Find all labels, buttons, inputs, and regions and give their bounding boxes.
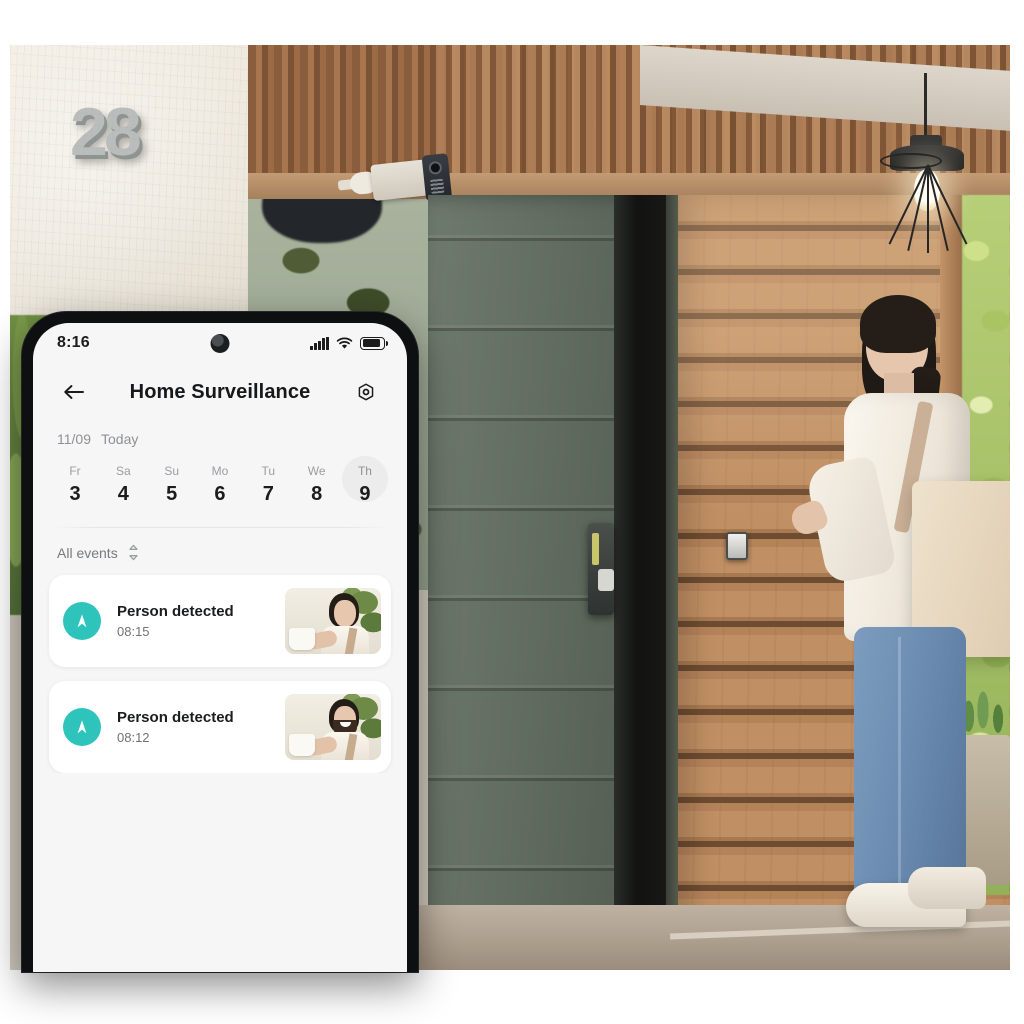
day-number: 5 [166, 483, 178, 505]
event-text: Person detected 08:12 [101, 709, 285, 745]
day-number: 4 [117, 483, 129, 505]
smart-door-lock-icon [588, 523, 614, 615]
event-thumbnail[interactable] [285, 588, 381, 654]
day-cell[interactable]: Su 5 [150, 457, 194, 513]
day-number: 3 [69, 483, 81, 505]
date-header: 11/09 Today [33, 421, 407, 447]
pendant-lantern-icon [872, 73, 982, 263]
day-cell[interactable]: Sa 4 [101, 457, 145, 513]
house-number: 28 [70, 94, 142, 170]
signal-icon [310, 336, 329, 350]
lock-indicator [592, 533, 599, 565]
event-time: 08:12 [117, 730, 150, 745]
day-number: 9 [359, 483, 371, 505]
day-cell[interactable]: Tu 7 [246, 457, 290, 513]
day-number: 7 [262, 483, 274, 505]
battery-icon [360, 336, 389, 350]
events-filter[interactable]: All events [33, 528, 407, 561]
door-opening [614, 195, 672, 955]
phone-mockup: 8:16 Home Surveillance 11/09 Today Fr 3 … [22, 312, 418, 972]
today-label: Today [101, 431, 139, 447]
event-time: 08:15 [117, 624, 150, 639]
sort-chevrons-icon [129, 544, 138, 561]
day-cell[interactable]: Mo 6 [198, 457, 242, 513]
day-weekday: Th [357, 464, 372, 478]
day-weekday: Sa [115, 464, 131, 478]
video-doorbell-icon [726, 532, 748, 560]
day-weekday: Mo [211, 464, 229, 478]
status-bar: 8:16 [33, 323, 407, 363]
day-number: 8 [311, 483, 323, 505]
lantern-ring [880, 153, 942, 169]
day-weekday: Su [164, 464, 179, 478]
app-bar: Home Surveillance [33, 363, 407, 421]
day-weekday: Tu [261, 464, 276, 478]
events-filter-label: All events [57, 544, 118, 561]
phone-screen: 8:16 Home Surveillance 11/09 Today Fr 3 … [33, 323, 407, 972]
event-title: Person detected [117, 709, 234, 726]
event-card[interactable]: Person detected 08:12 [49, 681, 391, 773]
camera-grill [430, 178, 445, 194]
day-weekday: We [307, 464, 326, 478]
lock-handle [598, 569, 614, 591]
thumb-cup [289, 628, 315, 650]
empty-space [33, 773, 407, 972]
back-arrow-icon[interactable] [57, 375, 91, 409]
lantern-cage [888, 164, 968, 253]
day-cell[interactable]: Th 9 [341, 456, 388, 513]
status-clock: 8:16 [57, 334, 90, 351]
person-jeans [854, 627, 966, 895]
day-strip[interactable]: Fr 3 Sa 4 Su 5 Mo 6 Tu 7 We 8 Th 9 [33, 447, 407, 513]
day-cell[interactable]: We 8 [295, 457, 339, 513]
event-text: Person detected 08:15 [101, 603, 285, 639]
person-detected-icon [63, 602, 101, 640]
person-hair [860, 295, 936, 353]
day-cell[interactable]: Fr 3 [53, 457, 97, 513]
wifi-icon [336, 337, 353, 349]
thumb-cup [289, 734, 315, 756]
lantern-cord [924, 73, 927, 141]
events-list: Person detected 08:15 Person detected 08:12 [33, 561, 407, 773]
person-detected-icon [63, 708, 101, 746]
day-weekday: Fr [69, 464, 81, 478]
event-card[interactable]: Person detected 08:15 [49, 575, 391, 667]
person-shoe-right [908, 867, 986, 909]
day-number: 6 [214, 483, 226, 505]
visitor-person [787, 275, 1010, 965]
event-thumbnail[interactable] [285, 694, 381, 760]
thumb-face [334, 600, 356, 627]
page-title: Home Surveillance [129, 380, 311, 403]
front-camera-icon [210, 334, 230, 353]
date-value: 11/09 [57, 431, 91, 447]
settings-hex-icon[interactable] [349, 375, 383, 409]
event-title: Person detected [117, 603, 234, 620]
status-icons [310, 336, 389, 350]
